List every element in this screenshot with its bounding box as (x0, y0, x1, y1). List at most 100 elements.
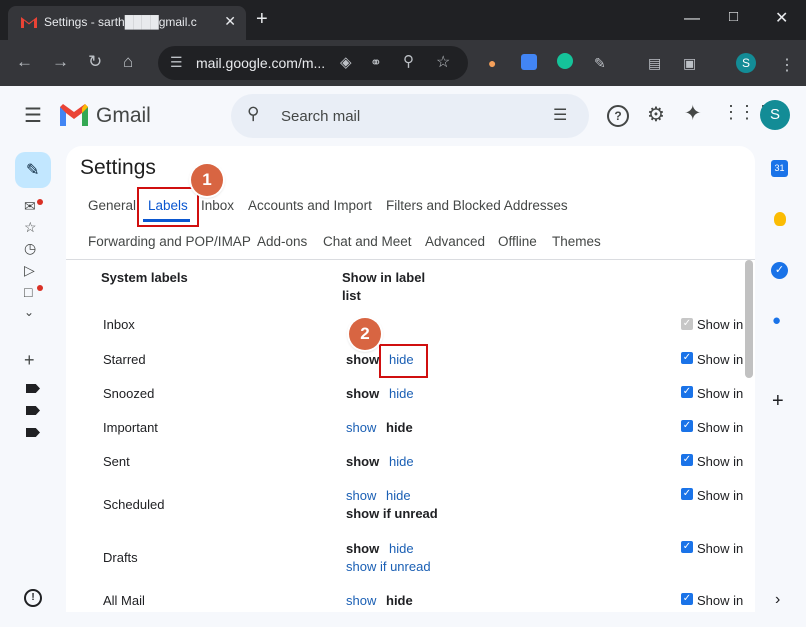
tab-general[interactable]: General (88, 198, 136, 213)
page-title: Settings (80, 156, 156, 179)
hide-link[interactable]: hide (389, 386, 414, 401)
zoom-icon[interactable]: ⚲ (403, 52, 414, 70)
compose-button[interactable]: ✎ (15, 152, 51, 188)
tab-forwarding-pop-imap[interactable]: Forwarding and POP/IMAP (88, 234, 251, 249)
status-info-icon[interactable]: ! (24, 589, 42, 607)
address-bar[interactable]: ☰ mail.google.com/m... ◈ ⚭ ⚲ ☆ (158, 46, 468, 80)
tab-filters-blocked[interactable]: Filters and Blocked Addresses (386, 198, 568, 213)
hide-option: hide (386, 593, 413, 608)
label-tag-icon[interactable] (26, 406, 40, 415)
forward-icon[interactable]: → (52, 52, 69, 72)
show-in-imap-checkbox[interactable]: ✓ (681, 541, 693, 553)
contacts-icon[interactable]: ● (772, 312, 781, 329)
annotation-box-labels-tab (137, 187, 199, 227)
extension-1-icon[interactable]: ● (488, 55, 496, 71)
show-in-imap-checkbox[interactable]: ✓ (681, 593, 693, 605)
settings-scrollbar[interactable] (745, 260, 753, 378)
settings-gear-icon[interactable]: ⚙ (647, 102, 665, 127)
search-tabs-icon[interactable]: ▣ (683, 55, 696, 72)
back-icon[interactable]: ← (16, 52, 33, 72)
bookmark-star-icon[interactable]: ☆ (436, 52, 450, 72)
tab-add-ons[interactable]: Add-ons (257, 234, 307, 249)
extensions-puzzle-icon[interactable]: ✎ (594, 55, 606, 72)
search-input[interactable]: Search mail (281, 108, 360, 125)
sent-icon[interactable]: ▷ (24, 262, 35, 279)
show-in-imap-checkbox[interactable]: ✓ (681, 420, 693, 432)
hide-link[interactable]: hide (389, 454, 414, 469)
tab-inbox[interactable]: Inbox (201, 198, 234, 213)
hide-option: hide (386, 420, 413, 435)
tab-themes[interactable]: Themes (552, 234, 601, 249)
tab-accounts-import[interactable]: Accounts and Import (248, 198, 372, 213)
starred-icon[interactable]: ☆ (24, 219, 37, 236)
show-in-imap-label: Show in (697, 593, 744, 608)
browser-tab-title: Settings - sarth████gmail.c (44, 15, 197, 29)
tasks-icon[interactable]: ✓ (771, 262, 788, 279)
show-in-imap-checkbox[interactable]: ✓ (681, 386, 693, 398)
hide-link[interactable]: hide (386, 488, 411, 503)
show-in-imap-checkbox[interactable]: ✓ (681, 352, 693, 364)
reload-icon[interactable]: ↻ (88, 52, 102, 72)
show-in-imap-checkbox[interactable]: ✓ (681, 454, 693, 466)
show-link[interactable]: show (346, 488, 376, 503)
tab-chat-meet[interactable]: Chat and Meet (323, 234, 412, 249)
search-icon[interactable]: ⚲ (247, 104, 259, 124)
search-bar[interactable]: ⚲ Search mail ☰ (231, 94, 589, 138)
show-in-imap-label: Show in (697, 488, 744, 503)
gemini-sparkle-icon[interactable]: ✦ (684, 101, 702, 126)
show-in-imap-label: Show in (697, 352, 744, 367)
expand-panel-chevron-icon[interactable]: › (775, 591, 780, 609)
grammarly-extension-icon[interactable] (557, 53, 573, 69)
show-option: show (346, 454, 380, 469)
calendar-icon[interactable]: 31 (771, 160, 788, 177)
label-tag-icon[interactable] (26, 384, 40, 393)
show-link[interactable]: show (346, 593, 376, 608)
search-options-icon[interactable]: ☰ (553, 105, 567, 125)
more-chevron-icon[interactable]: ⌄ (24, 305, 34, 319)
show-in-imap-label: Show in (697, 541, 744, 556)
hide-link[interactable]: hide (389, 541, 414, 556)
show-option: show (346, 386, 380, 401)
label-name: All Mail (103, 593, 145, 608)
maximize-icon[interactable]: □ (729, 8, 738, 25)
inbox-unread-dot (37, 199, 43, 205)
reading-list-icon[interactable]: ▤ (648, 55, 661, 72)
snoozed-clock-icon[interactable]: ◷ (24, 240, 36, 257)
browser-menu-icon[interactable]: ⋮ (779, 55, 795, 75)
label-name: Inbox (103, 317, 135, 332)
label-tag-icon[interactable] (26, 428, 40, 437)
keep-bulb-icon[interactable] (774, 212, 786, 226)
gmail-favicon-icon (21, 17, 37, 28)
site-info-icon[interactable]: ☰ (170, 54, 183, 71)
tab-advanced[interactable]: Advanced (425, 234, 485, 249)
show-in-imap-checkbox[interactable]: ✓ (681, 488, 693, 500)
label-name: Drafts (103, 550, 138, 565)
show-option: show (346, 352, 380, 367)
show-option: show (346, 541, 380, 556)
drafts-icon[interactable]: □ (24, 284, 32, 300)
account-avatar[interactable]: S (760, 100, 790, 130)
pencil-icon: ✎ (26, 162, 40, 179)
main-menu-icon[interactable]: ☰ (24, 103, 42, 128)
close-window-icon[interactable]: ✕ (775, 8, 788, 28)
translate-extension-icon[interactable] (521, 54, 537, 70)
show-in-imap-label: Show in (697, 454, 744, 469)
show-in-imap-label: Show in (697, 317, 744, 332)
help-icon[interactable]: ? (607, 105, 629, 127)
new-tab-button[interactable]: + (256, 8, 268, 31)
show-link[interactable]: show (346, 420, 376, 435)
browser-profile-avatar[interactable]: S (736, 53, 756, 73)
show-if-unread-link[interactable]: show if unread (346, 559, 431, 574)
add-addon-icon[interactable]: + (772, 390, 784, 413)
drafts-unread-dot (37, 285, 43, 291)
inbox-icon[interactable]: ✉ (24, 198, 36, 215)
home-icon[interactable]: ⌂ (123, 52, 133, 72)
cast-icon[interactable]: ◈ (340, 53, 352, 71)
show-if-unread-option: show if unread (346, 506, 438, 521)
tab-close-icon[interactable]: ✕ (224, 13, 236, 30)
tab-offline[interactable]: Offline (498, 234, 537, 249)
browser-tab[interactable]: Settings - sarth████gmail.c ✕ (8, 6, 246, 40)
key-icon[interactable]: ⚭ (370, 54, 382, 71)
minimize-icon[interactable]: — (684, 10, 700, 28)
create-label-icon[interactable]: + (24, 350, 35, 371)
